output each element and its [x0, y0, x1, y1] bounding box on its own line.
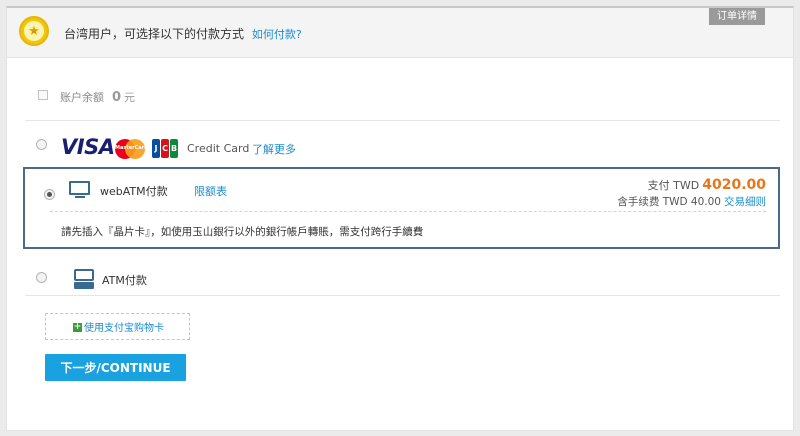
webatm-notice: 請先插入『晶片卡』，如使用玉山銀行以外的銀行帳戶轉賬，需支付跨行手續費: [61, 226, 424, 238]
credit-card-label: Credit Card: [187, 142, 250, 155]
atm-icon: [74, 269, 94, 289]
payment-panel: ★ 台湾用户，可选择以下的付款方式 如何付款? 订单详情 账户余额 0 元 VISA…: [6, 6, 794, 431]
balance-value: 0: [112, 90, 122, 105]
pay-total: 支付 TWD 4020.00: [648, 177, 766, 193]
balance-checkbox[interactable]: [38, 90, 48, 100]
visa-logo: VISA: [61, 135, 115, 159]
balance-row: 账户余额 0 元: [60, 89, 135, 105]
order-details-tab[interactable]: 订单详情: [709, 8, 765, 25]
monitor-icon: [69, 181, 90, 198]
divider: [50, 211, 766, 212]
how-to-pay-link[interactable]: 如何付款?: [252, 28, 302, 41]
credit-card-radio[interactable]: [36, 139, 47, 150]
taiwan-emblem-icon: ★: [19, 16, 49, 46]
giftcard-label: 使用支付宝购物卡: [84, 323, 164, 334]
limit-table-link[interactable]: 限额表: [194, 183, 227, 199]
balance-label: 账户余额: [60, 91, 104, 104]
pay-label: 支付 TWD: [647, 179, 700, 192]
header-text: 台湾用户，可选择以下的付款方式 如何付款?: [64, 25, 302, 42]
plus-icon: +: [73, 322, 82, 332]
mastercard-logo: MasterCard: [115, 139, 148, 159]
jcb-logo: J C B: [152, 139, 178, 158]
webatm-label: webATM付款: [100, 185, 168, 198]
balance-unit: 元: [124, 91, 136, 104]
webatm-radio[interactable]: [44, 189, 55, 200]
webatm-option[interactable]: webATM付款 限额表 支付 TWD 4020.00 含手续费 TWD 40.0…: [23, 167, 780, 249]
header-bar: ★ 台湾用户，可选择以下的付款方式 如何付款? 订单详情: [7, 8, 793, 58]
atm-radio[interactable]: [36, 272, 47, 283]
transaction-details-link[interactable]: 交易细则: [724, 196, 766, 208]
divider: [25, 295, 780, 296]
pay-amount: 4020.00: [702, 177, 766, 193]
divider: [25, 120, 780, 121]
use-giftcard-button[interactable]: + 使用支付宝购物卡: [45, 313, 190, 340]
continue-button[interactable]: 下一步/CONTINUE: [45, 354, 186, 381]
learn-more-link[interactable]: 了解更多: [252, 141, 296, 157]
header-title: 台湾用户，可选择以下的付款方式: [64, 27, 245, 41]
fee-line: 含手续费 TWD 40.00 交易细则: [617, 194, 766, 209]
atm-label: ATM付款: [102, 274, 147, 287]
fee-text: 含手续费 TWD 40.00: [617, 196, 721, 208]
